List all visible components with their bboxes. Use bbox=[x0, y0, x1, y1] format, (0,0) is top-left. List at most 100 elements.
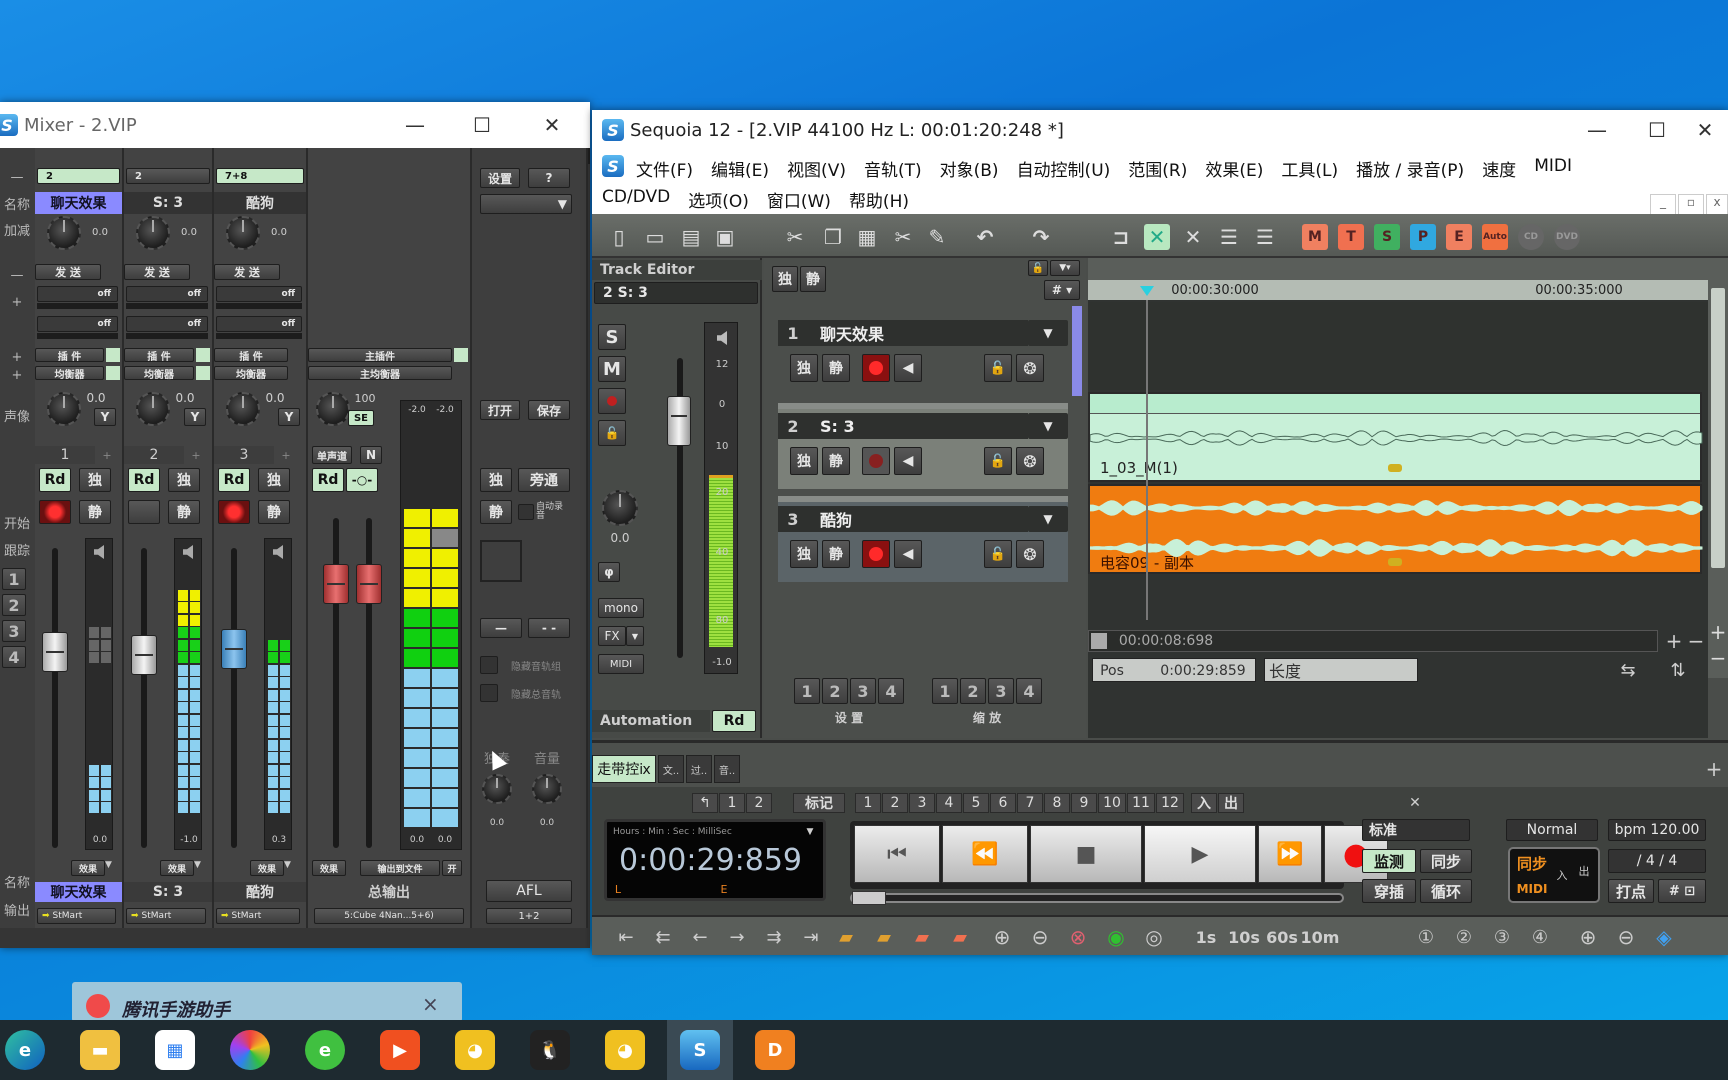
channel-name[interactable]: 聊天效果 bbox=[35, 192, 122, 214]
taskbar-game-helper-icon[interactable]: ◕ bbox=[442, 1020, 508, 1080]
track-name[interactable]: S: 3 bbox=[808, 413, 1028, 439]
settings-button[interactable]: 设置 bbox=[480, 168, 520, 188]
global-solo-button[interactable]: 独 bbox=[772, 266, 798, 292]
transport-tab[interactable]: 音.. bbox=[714, 755, 740, 783]
notification-popup[interactable]: 腾讯手游助手 × bbox=[72, 982, 462, 1022]
list-icon[interactable]: ☰ bbox=[1216, 224, 1242, 250]
marker-button[interactable]: 12 bbox=[1156, 793, 1184, 813]
eq-label[interactable]: 均衡器 bbox=[124, 366, 194, 381]
horizontal-zoom-icon[interactable]: ⇆ bbox=[1608, 658, 1648, 682]
track-name[interactable]: 聊天效果 bbox=[808, 320, 1028, 346]
open-project-icon[interactable]: ▤ bbox=[678, 224, 704, 250]
length-field[interactable]: 长度 bbox=[1264, 658, 1418, 682]
effects-dropdown-icon[interactable]: ▼ bbox=[194, 860, 208, 876]
option-button-1[interactable]: — bbox=[480, 618, 522, 638]
track-zoom-out-button[interactable]: − bbox=[1708, 646, 1728, 670]
toolbar-dvd-icon[interactable]: DVD bbox=[1554, 224, 1580, 250]
taskbar-game-helper-2-icon[interactable]: ◕ bbox=[592, 1020, 658, 1080]
mute-button[interactable]: 静 bbox=[168, 500, 200, 524]
volume-knob[interactable] bbox=[532, 774, 562, 804]
copy-icon[interactable]: ❐ bbox=[820, 224, 846, 250]
track-mute-button[interactable]: 静 bbox=[822, 540, 850, 568]
menu-item[interactable]: MIDI bbox=[1534, 156, 1572, 181]
menu-item[interactable]: 窗口(W) bbox=[767, 187, 831, 212]
row-label[interactable]: 1 bbox=[2, 568, 26, 590]
time-format-dropdown[interactable]: ▼ bbox=[803, 826, 817, 838]
marker-button[interactable]: 6 bbox=[990, 793, 1016, 813]
send-slot[interactable]: off bbox=[126, 286, 208, 302]
mono-button[interactable]: mono bbox=[598, 598, 644, 618]
preset-button[interactable]: 1 bbox=[794, 678, 820, 704]
menu-item[interactable]: CD/DVD bbox=[602, 187, 670, 212]
output-to-file-button[interactable]: 输出到文件 bbox=[360, 860, 440, 876]
crossfade-editor-icon[interactable]: ✕ bbox=[1180, 224, 1206, 250]
transport-tab[interactable]: 文.. bbox=[658, 755, 684, 783]
track-options-dropdown[interactable]: ▼ bbox=[1028, 506, 1068, 532]
add-tab-button[interactable]: + bbox=[1702, 755, 1726, 783]
nav-start-icon[interactable]: ⇤ bbox=[612, 923, 640, 951]
menu-item[interactable]: 编辑(E) bbox=[711, 156, 769, 181]
pan-knob[interactable] bbox=[47, 392, 81, 426]
close-button[interactable]: ✕ bbox=[522, 102, 582, 148]
mute-button[interactable]: 静 bbox=[480, 500, 512, 524]
master-read-button[interactable]: Rd bbox=[312, 468, 344, 492]
fx-dropdown[interactable]: ▼ bbox=[626, 626, 644, 646]
menu-item[interactable]: 范围(R) bbox=[1128, 156, 1187, 181]
paste-icon[interactable]: ▦ bbox=[854, 224, 880, 250]
mdi-minimize-button[interactable]: _ bbox=[1650, 194, 1676, 216]
track-lock-button[interactable]: 🔓 bbox=[984, 354, 1012, 382]
menu-item[interactable]: 对象(B) bbox=[940, 156, 999, 181]
zoom-handle-icon[interactable] bbox=[1091, 633, 1107, 649]
zoom-preset-button[interactable]: 2 bbox=[960, 678, 986, 704]
row-label[interactable]: 3 bbox=[2, 620, 26, 642]
taskbar-store-icon[interactable]: ▦ bbox=[142, 1020, 208, 1080]
channel-name[interactable]: S: 3 bbox=[124, 192, 212, 214]
phase-button[interactable]: φ bbox=[598, 562, 620, 582]
nav-end-icon[interactable]: ⇥ bbox=[797, 923, 825, 951]
taskbar-media-player-icon[interactable]: ▶ bbox=[367, 1020, 433, 1080]
grid-menu-button[interactable]: # ▾ bbox=[1044, 280, 1080, 300]
mono-button[interactable]: 单声道 bbox=[312, 446, 352, 464]
track-header[interactable]: 3 酷狗 ▼ 独静 ◀ 🔓 ❂ bbox=[778, 496, 1068, 582]
preset-dropdown[interactable]: ▼ bbox=[480, 194, 572, 214]
transport-tab[interactable]: 走带控ⅸ bbox=[592, 755, 656, 783]
zoom-preset-button[interactable]: 3 bbox=[988, 678, 1014, 704]
zoom-out-button[interactable]: − bbox=[1686, 629, 1706, 653]
taskbar-douyu-icon[interactable]: D bbox=[742, 1020, 808, 1080]
toolbar-auto-icon[interactable]: Auto bbox=[1482, 224, 1508, 250]
sync-button[interactable]: 同步 bbox=[1420, 849, 1472, 873]
effects-dropdown-icon[interactable]: ▼ bbox=[284, 860, 298, 876]
channel-name[interactable]: 酷狗 bbox=[214, 192, 306, 214]
menu-item[interactable]: 音轨(T) bbox=[864, 156, 922, 181]
time-ruler[interactable]: 00:00:30:000 00:00:35:000 bbox=[1088, 280, 1708, 300]
maximize-button[interactable]: ☐ bbox=[1627, 110, 1687, 150]
row-label[interactable]: 2 bbox=[2, 594, 26, 616]
eq-label[interactable]: 均衡器 bbox=[214, 366, 288, 381]
zoom-control-icon[interactable]: ⊕ bbox=[988, 923, 1016, 951]
master-output-selector[interactable]: 5:Cube 4Nan...5+6) bbox=[314, 908, 464, 924]
pan-knob[interactable] bbox=[602, 490, 638, 526]
pan-mode-button[interactable]: Y bbox=[184, 408, 206, 426]
solo-button[interactable]: 独 bbox=[258, 468, 290, 492]
toolbar-m-icon[interactable]: M bbox=[1302, 224, 1328, 250]
zoom-unit-button[interactable]: 60s bbox=[1264, 923, 1300, 951]
menu-item[interactable]: 效果(E) bbox=[1205, 156, 1263, 181]
vertical-zoom-icon[interactable]: ⇅ bbox=[1658, 658, 1698, 682]
speed-mode-dropdown[interactable]: Normal bbox=[1506, 819, 1598, 841]
gain-knob[interactable] bbox=[47, 216, 81, 250]
punch-button[interactable]: 穿插 bbox=[1362, 879, 1416, 903]
zoom-control-icon[interactable]: ◎ bbox=[1140, 923, 1168, 951]
gain-knob[interactable] bbox=[226, 216, 260, 250]
redo-icon[interactable]: ↷ bbox=[1028, 224, 1054, 250]
preset-view-icon[interactable]: ③ bbox=[1488, 923, 1516, 951]
marker-button[interactable]: 1 bbox=[719, 793, 745, 813]
vertical-zoom-icon[interactable]: ⊖ bbox=[1612, 923, 1640, 951]
output-selector[interactable]: ➡ StMart bbox=[126, 908, 206, 924]
minimize-button[interactable]: — bbox=[1567, 110, 1627, 150]
auto-record-checkbox[interactable] bbox=[518, 504, 534, 520]
track-monitor-button[interactable]: ◀ bbox=[894, 447, 922, 475]
sync-midi-box[interactable]: 同步 MIDI 入出 bbox=[1508, 847, 1600, 903]
track-record-button[interactable] bbox=[862, 447, 890, 475]
solo-button[interactable]: 独 bbox=[168, 468, 200, 492]
output-selector[interactable]: ➡ StMart bbox=[216, 908, 300, 924]
